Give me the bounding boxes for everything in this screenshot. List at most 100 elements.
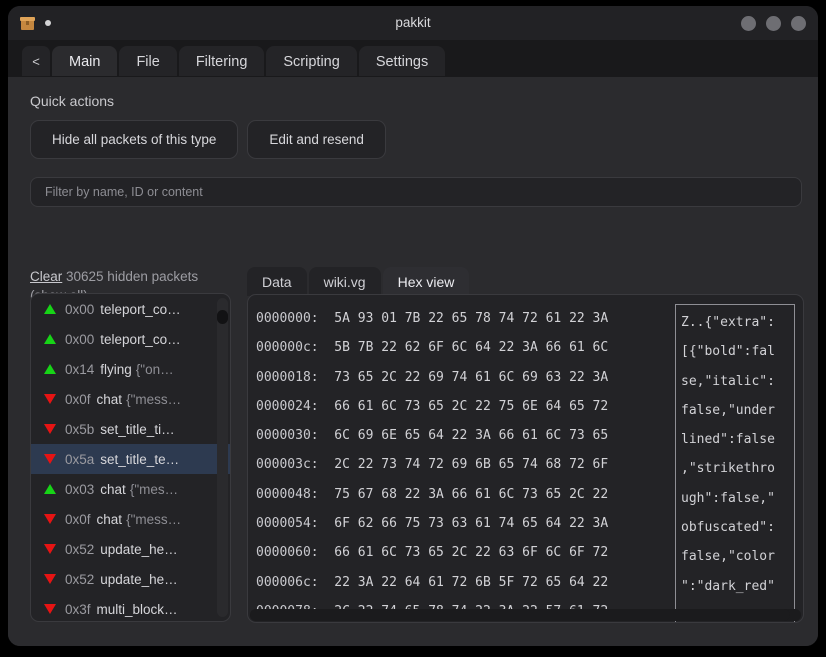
hex-ascii-line: Z..{"extra": [681,315,775,330]
packet-id: 0x5a [65,451,95,467]
filter-input[interactable]: Filter by name, ID or content [30,177,802,207]
hex-view-panel: 0000000: 5A 93 01 7B 22 65 78 74 72 61 2… [247,294,804,623]
packet-list-container: 0x00 teleport_co… 0x00 teleport_co… 0x14 flyi… [30,293,231,622]
incoming-arrow-icon [44,514,56,524]
packet-list-item[interactable]: 0x3f multi_block… [31,594,230,621]
packet-name: update_he… [100,571,178,587]
packet-name: teleport_co… [100,301,181,317]
packet-list-item[interactable]: 0x52 update_he… [31,564,230,594]
hex-horizontal-scrollbar[interactable] [250,609,801,621]
close-button[interactable] [791,15,806,31]
packet-name: chat [96,391,123,407]
packet-list-item[interactable]: 0x0f chat {"mess… [31,504,230,534]
hex-offset: 0000024: [256,398,319,414]
hex-dump-line: 0000060: 66 61 6C 73 65 2C 22 63 6F 6C 6… [256,538,669,567]
hex-bytes: 5A 93 01 7B 22 65 78 74 72 61 22 3A [334,311,609,326]
incoming-arrow-icon [44,454,56,464]
hex-dump-line: 000006c: 22 3A 22 64 61 72 6B 5F 72 65 6… [256,568,669,597]
hex-offset: 0000048: [256,486,319,502]
hex-bytes: 73 65 2C 22 69 74 61 6C 69 63 22 3A [334,369,609,385]
outgoing-arrow-icon [44,334,56,344]
outgoing-arrow-icon [44,484,56,494]
packet-name: teleport_co… [100,331,181,347]
packet-list-scrollbar[interactable] [217,298,228,617]
split-pane: Clear 30625 hidden packets (show all) 0x… [22,267,804,638]
hex-ascii-line: lined":false [681,432,775,448]
hex-dump-line: 0000048: 75 67 68 22 3A 66 61 6C 73 65 2… [256,480,669,509]
packet-id: 0x3f [65,601,91,617]
tab-back-button[interactable]: < [22,46,50,77]
hex-offset: 000003c: [256,457,319,473]
hex-horizontal-scroll-thumb[interactable] [250,609,790,621]
hex-dump: 0000000: 5A 93 01 7B 22 65 78 74 72 61 2… [248,301,669,622]
tab-scripting[interactable]: Scripting [266,46,357,77]
hex-ascii-line: obfuscated": [681,520,775,536]
packet-list[interactable]: 0x00 teleport_co… 0x00 teleport_co… 0x14 flyi… [31,294,230,621]
packet-name: flying [100,361,132,377]
packet-list-item[interactable]: 0x00 teleport_co… [31,294,230,324]
packet-id: 0x0f [65,391,91,407]
packet-list-scroll-thumb[interactable] [217,310,228,324]
packet-id: 0x14 [65,361,95,377]
tab-main[interactable]: Main [52,46,118,77]
packet-list-item[interactable]: 0x0f chat {"mess… [31,384,230,414]
packet-id: 0x00 [65,331,95,347]
hex-ascii-line: se,"italic": [681,373,775,389]
hex-ascii-column: Z..{"extra": [{"bold":fal se,"italic": fals… [675,304,795,622]
packet-list-item[interactable]: 0x03 chat {"mes… [31,474,230,504]
packet-name: set_title_ti… [100,421,175,437]
packet-list-item[interactable]: 0x00 teleport_co… [31,324,230,354]
hex-bytes: 66 61 6C 73 65 2C 22 63 6F 6C 6F 72 [334,545,609,561]
packet-list-item[interactable]: 0x5b set_title_ti… [31,414,230,444]
packet-list-pane: Clear 30625 hidden packets (show all) 0x… [22,267,239,638]
packet-id: 0x0f [65,511,91,527]
window-controls [741,6,806,40]
hex-bytes: 6F 62 66 75 73 63 61 74 65 64 22 3A [334,516,609,532]
tab-data[interactable]: Data [247,267,307,296]
hex-bytes: 5B 7B 22 62 6F 6C 64 22 3A 66 61 6C [334,340,609,356]
hex-bytes: 2C 22 73 74 72 69 6B 65 74 68 72 6F [334,457,609,473]
incoming-arrow-icon [44,424,56,434]
hex-offset: 0000060: [256,545,319,561]
packet-list-item[interactable]: 0x52 update_he… [31,534,230,564]
tab-hex-view[interactable]: Hex view [382,267,470,296]
detail-tab-bar: Data wiki.vg Hex view [247,265,471,296]
incoming-arrow-icon [44,574,56,584]
tab-wikivg[interactable]: wiki.vg [308,267,381,296]
hex-offset: 000000c: [256,340,319,356]
hex-dump-line: 0000030: 6C 69 6E 65 64 22 3A 66 61 6C 7… [256,421,669,450]
minimize-button[interactable] [741,15,756,31]
outgoing-arrow-icon [44,304,56,314]
main-tab-bar: < Main File Filtering Scripting Settings [8,40,818,77]
hex-dump-line: 0000054: 6F 62 66 75 73 63 61 74 65 64 2… [256,509,669,538]
tab-file[interactable]: File [119,46,177,77]
packet-id: 0x03 [65,481,95,497]
window-title: pakkit [395,15,431,30]
hide-all-packets-button[interactable]: Hide all packets of this type [30,120,239,159]
hex-view-inner: 0000000: 5A 93 01 7B 22 65 78 74 72 61 2… [248,295,803,622]
hex-bytes: 66 61 6C 73 65 2C 22 75 6E 64 65 72 [334,398,609,414]
hex-offset: 0000018: [256,369,319,385]
packet-name: chat [96,511,123,527]
packet-id: 0x52 [65,571,95,587]
packet-list-item[interactable]: 0x5a set_title_te… [31,444,230,474]
hex-ascii-line: false,"under [681,402,775,418]
detail-pane: Data wiki.vg Hex view 0000000: 5A 93 01 … [247,267,804,638]
hex-offset: 000006c: [256,574,319,590]
filter-input-placeholder: Filter by name, ID or content [45,185,203,199]
app-window: pakkit < Main File Filtering Scripting S… [8,6,818,646]
tab-filtering[interactable]: Filtering [178,46,265,77]
maximize-button[interactable] [766,15,781,31]
tab-settings[interactable]: Settings [358,46,446,77]
hex-offset: 0000030: [256,428,319,444]
packet-preview: {"mess… [126,511,182,527]
packet-preview: {"mess… [126,391,182,407]
hex-bytes: 22 3A 22 64 61 72 6B 5F 72 65 64 22 [334,574,609,590]
hex-bytes: 6C 69 6E 65 64 22 3A 66 61 6C 73 65 [334,428,609,444]
packet-id: 0x5b [65,421,95,437]
incoming-arrow-icon [44,544,56,554]
packet-list-item[interactable]: 0x14 flying {"on… [31,354,230,384]
hex-bytes: 75 67 68 22 3A 66 61 6C 73 65 2C 22 [334,486,609,502]
edit-and-resend-button[interactable]: Edit and resend [247,120,386,159]
clear-hidden-link[interactable]: Clear [30,269,62,284]
